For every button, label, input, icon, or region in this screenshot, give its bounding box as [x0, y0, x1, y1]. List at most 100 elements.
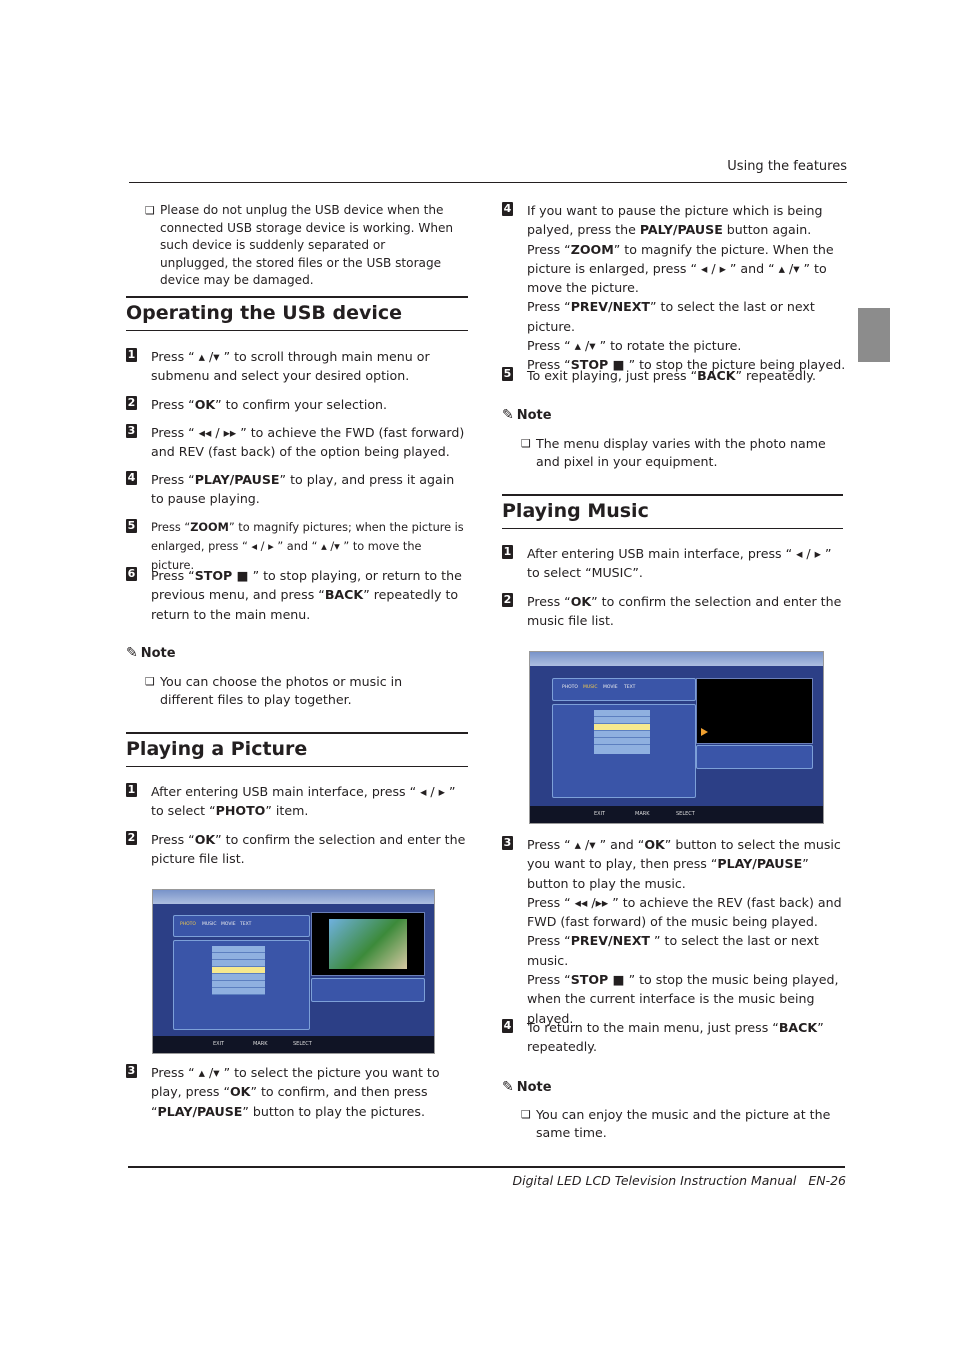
page-number: EN-26 — [808, 1173, 846, 1188]
step-text: Press “OK” to confirm the selection and … — [527, 592, 842, 631]
player-pane — [696, 678, 813, 744]
exit-hint: EXIT — [213, 1041, 225, 1047]
select-hint: SELECT — [676, 811, 695, 817]
pencil-icon: ✎ — [126, 645, 138, 661]
step-2: 2 Press “OK” to confirm the selection and… — [126, 830, 466, 869]
checkbox-bullet-icon: ❑ — [521, 1108, 531, 1121]
step-text: Press “ ▴ /▾ ” to scroll through main me… — [151, 347, 466, 386]
step-number: 2 — [502, 593, 513, 607]
step-3: 3 Press “ ◂◂ / ▸▸ ” to achieve the FWD (f… — [126, 423, 466, 462]
step-text: To return to the main menu, just press “… — [527, 1018, 842, 1057]
section-operating-usb: Operating the USB device — [126, 296, 468, 331]
key-name: OK — [644, 837, 665, 852]
step-number: 4 — [502, 202, 513, 216]
key-name: PREV/NEXT — [570, 299, 651, 315]
note-bullet: ❑ The menu display varies with the photo … — [521, 435, 841, 470]
pencil-icon: ✎ — [502, 1079, 514, 1095]
step-number: 3 — [126, 424, 137, 438]
music-browser-screenshot: PHOTO MUSIC MOVIE TEXT EXIT MARK SELECT — [529, 651, 824, 824]
footer-rule — [128, 1166, 845, 1168]
play-icon — [701, 728, 708, 736]
text-run: Press “ ▴ /▾ ” to scroll through main me… — [151, 349, 430, 384]
text-run: Press “ — [151, 568, 195, 583]
select-hint: SELECT — [293, 1041, 312, 1047]
text-run: Press “ — [151, 472, 195, 487]
key-name: PLAY/PAUSE — [194, 472, 280, 487]
step-text: Press “ ▴ /▾ ” and “OK” button to select… — [527, 835, 847, 1028]
step-text: Press “ ▴ /▾ ” to select the picture you… — [151, 1063, 471, 1121]
key-name: OK — [194, 397, 216, 412]
preview-image — [329, 919, 407, 969]
key-name: BACK — [697, 368, 736, 383]
step-1: 1 Press “ ▴ /▾ ” to scroll through main m… — [126, 347, 466, 386]
step-text: After entering USB main interface, press… — [151, 782, 466, 821]
step-number: 4 — [502, 1019, 513, 1033]
key-name: OK — [570, 594, 592, 609]
step-number: 3 — [126, 1064, 137, 1078]
step-number: 4 — [126, 471, 137, 485]
text-run: After entering USB main interface, press… — [527, 546, 832, 581]
category-text: TEXT — [624, 685, 636, 690]
category-photo: PHOTO — [562, 685, 578, 690]
step-text: Press “PLAY/PAUSE” to play, and press it… — [151, 470, 466, 509]
checkbox-bullet-icon: ❑ — [145, 204, 155, 217]
section-title: Operating the USB device — [126, 302, 403, 324]
text-run: Press “ — [527, 594, 571, 609]
step-number: 2 — [126, 831, 137, 845]
running-header: Using the features — [727, 159, 847, 174]
mark-hint: MARK — [253, 1041, 268, 1047]
note-text: The menu display varies with the photo n… — [536, 435, 841, 470]
step-number: 6 — [126, 567, 137, 581]
category-movie: MOVIE — [221, 922, 236, 927]
step-3: 3 Press “ ▴ /▾ ” to select the picture yo… — [126, 1063, 471, 1121]
category-music: MUSIC — [202, 922, 217, 927]
text-run: Press “ — [151, 397, 195, 412]
step-number: 3 — [502, 836, 513, 850]
key-name: BACK — [778, 1020, 818, 1035]
step-text: Press “OK” to confirm the selection and … — [151, 830, 466, 869]
step-4: 4 If you want to pause the picture which … — [502, 201, 847, 375]
note-text: You can choose the photos or music in di… — [160, 673, 455, 708]
text-run: Press “ — [151, 521, 191, 534]
text-run: Please do not unplug the USB device when… — [160, 203, 454, 287]
screen-titlebar — [530, 652, 823, 666]
text-run: To return to the main menu, just press “ — [527, 1020, 779, 1035]
category-movie: MOVIE — [603, 685, 618, 690]
step-2: 2 Press “OK” to confirm the selection and… — [502, 592, 842, 631]
step-4: 4 Press “PLAY/PAUSE” to play, and press i… — [126, 470, 466, 509]
key-name: ZOOM — [570, 241, 614, 257]
step-text: Press “ ◂◂ / ▸▸ ” to achieve the FWD (fa… — [151, 423, 466, 462]
text-run: Press “ ◂◂ / ▸▸ ” to achieve the FWD (fa… — [151, 425, 465, 460]
warning-bullet: ❑ Please do not unplug the USB device wh… — [145, 202, 455, 290]
text-run: Press “ — [527, 299, 571, 315]
photo-browser-screenshot: PHOTO MUSIC MOVIE TEXT EXIT MARK SELECT — [152, 889, 435, 1054]
info-panel — [696, 745, 813, 769]
key-name: PREV/NEXT — [570, 933, 651, 949]
text-run: To exit playing, just press “ — [527, 368, 698, 383]
note-bullet: ❑ You can choose the photos or music in d… — [145, 673, 455, 708]
text-run: ” to confirm your selection. — [215, 397, 388, 412]
step-text: If you want to pause the picture which i… — [527, 201, 847, 375]
key-name: PLAY/PAUSE — [157, 1103, 243, 1119]
step-2: 2 Press “OK” to confirm your selection. — [126, 395, 466, 414]
category-photo: PHOTO — [180, 922, 196, 927]
step-number: 2 — [126, 396, 137, 410]
key-name: BACK — [324, 587, 364, 603]
step-1: 1 After entering USB main interface, pres… — [126, 782, 466, 821]
chapter-tab — [858, 308, 890, 362]
key-name: OK — [194, 832, 216, 847]
step-number: 1 — [126, 783, 137, 797]
step-3: 3 Press “ ▴ /▾ ” and “OK” button to selec… — [502, 835, 847, 1028]
step-text: After entering USB main interface, press… — [527, 544, 842, 583]
screen-bottom-bar: EXIT MARK SELECT — [530, 806, 823, 823]
text-run: Press “ ◂◂ /▸▸ ” to achieve the REV (fas… — [527, 894, 842, 930]
note-label: Note — [516, 408, 552, 423]
step-1: 1 After entering USB main interface, pres… — [502, 544, 842, 583]
pencil-icon: ✎ — [502, 407, 514, 423]
step-text: Press “STOP ■ ” to stop playing, or retu… — [151, 566, 466, 624]
note-bullet: ❑ You can enjoy the music and the picture… — [521, 1106, 831, 1141]
key-name: STOP ■ — [570, 972, 625, 988]
section-playing-music: Playing Music — [502, 494, 843, 529]
note-label: Note — [140, 646, 176, 661]
key-name: PHOTO — [215, 803, 266, 819]
